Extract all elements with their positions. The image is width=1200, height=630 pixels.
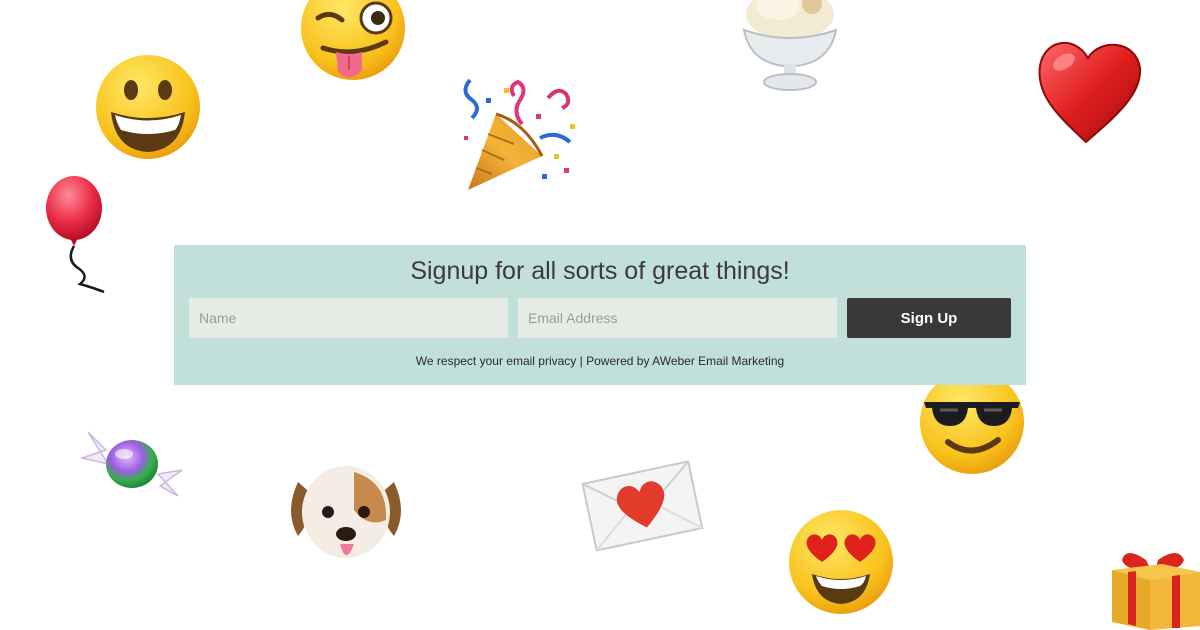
aweber-link[interactable]: Powered by AWeber Email Marketing [586, 354, 784, 368]
footer-separator: | [579, 354, 583, 368]
signup-form: Signup for all sorts of great things! Si… [174, 245, 1026, 385]
party-popper-icon [463, 78, 575, 190]
wrapped-candy-icon [79, 431, 183, 497]
winking-face-tongue-icon [301, 0, 405, 80]
ice-cream-icon [742, 0, 838, 91]
email-input[interactable] [518, 298, 837, 338]
sign-up-button[interactable]: Sign Up [847, 298, 1011, 338]
gift-icon [1112, 553, 1200, 630]
name-input[interactable] [189, 298, 508, 338]
heart-eyes-face-icon [789, 510, 893, 614]
grinning-face-icon [96, 55, 200, 159]
dog-face-icon [291, 466, 401, 558]
balloon-icon [46, 176, 105, 294]
signup-footer: We respect your email privacy | Powered … [174, 354, 1026, 368]
privacy-link[interactable]: We respect your email privacy [416, 354, 577, 368]
red-heart-icon [1038, 41, 1142, 144]
signup-title: Signup for all sorts of great things! [410, 257, 790, 285]
love-letter-icon [581, 460, 704, 552]
